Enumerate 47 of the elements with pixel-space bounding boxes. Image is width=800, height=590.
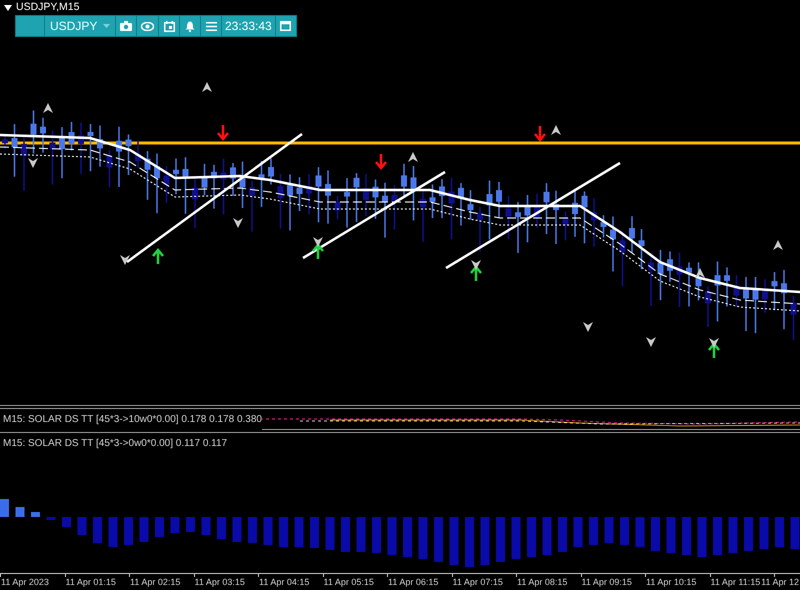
- clock-time: 23:33:43: [222, 16, 275, 36]
- eye-icon[interactable]: [137, 16, 158, 36]
- fractal-marker-icon: [313, 237, 323, 247]
- calendar-icon[interactable]: [159, 16, 179, 36]
- chart-title: USDJPY,M15: [16, 2, 80, 13]
- buy-arrow-icon: [312, 243, 324, 260]
- buy-arrow-icon: [152, 248, 164, 266]
- fractal-marker-icon: [773, 240, 783, 250]
- time-axis-label: 11 Apr 02:15: [130, 577, 180, 588]
- sell-arrow-icon: [374, 152, 388, 170]
- time-axis-label: 11 Apr 04:15: [259, 577, 310, 588]
- fractal-marker-icon: [43, 103, 53, 113]
- symbol-dropdown[interactable]: USDJPY: [45, 16, 115, 36]
- camera-icon[interactable]: [116, 16, 136, 36]
- fractal-marker-icon: [471, 260, 481, 270]
- fractal-marker-icon: [233, 218, 243, 228]
- fractal-marker-icon: [709, 338, 719, 348]
- time-axis-label: 11 Apr 03:15: [194, 577, 245, 588]
- time-axis-label: 11 Apr 07:15: [452, 577, 503, 588]
- fractal-marker-icon: [551, 125, 561, 135]
- time-axis-label: 11 Apr 10:15: [646, 577, 696, 588]
- fractal-marker-icon: [646, 337, 656, 347]
- buy-arrow-icon: [470, 265, 482, 282]
- menu-icon[interactable]: [201, 16, 221, 36]
- fractal-marker-icon: [408, 152, 418, 162]
- time-axis-label: 11 Apr 09:15: [582, 577, 632, 588]
- time-axis-label: 11 Apr 01:15: [66, 577, 116, 588]
- time-axis-label: 11 Apr 05:15: [324, 577, 374, 588]
- time-axis-label: 11 Apr 06:15: [388, 577, 438, 588]
- indicator-label: M15: SOLAR DS TT [45*3->0w0*0.00] 0.117 0.117: [2, 437, 228, 451]
- window-icon[interactable]: [276, 16, 296, 36]
- fractal-marker-icon: [120, 255, 130, 265]
- sell-arrow-icon: [216, 124, 230, 141]
- caret-icon: [103, 24, 110, 28]
- bell-icon[interactable]: [180, 16, 200, 36]
- sell-arrow-icon: [534, 124, 546, 142]
- time-axis-label: 11 Apr 2023: [1, 577, 49, 588]
- fractal-marker-icon: [583, 322, 593, 332]
- fractal-marker-icon: [202, 82, 212, 92]
- time-axis-label: 11 Apr 12: [761, 577, 799, 588]
- toolbar-handle[interactable]: [16, 16, 44, 36]
- buy-arrow-icon: [708, 342, 720, 360]
- time-axis-label: 11 Apr 08:15: [517, 577, 568, 588]
- collapse-triangle-icon[interactable]: [4, 4, 12, 10]
- fractal-marker-icon: [28, 158, 38, 168]
- fractal-marker-icon: [695, 268, 705, 278]
- time-axis-label: 11 Apr 11:15: [710, 577, 760, 588]
